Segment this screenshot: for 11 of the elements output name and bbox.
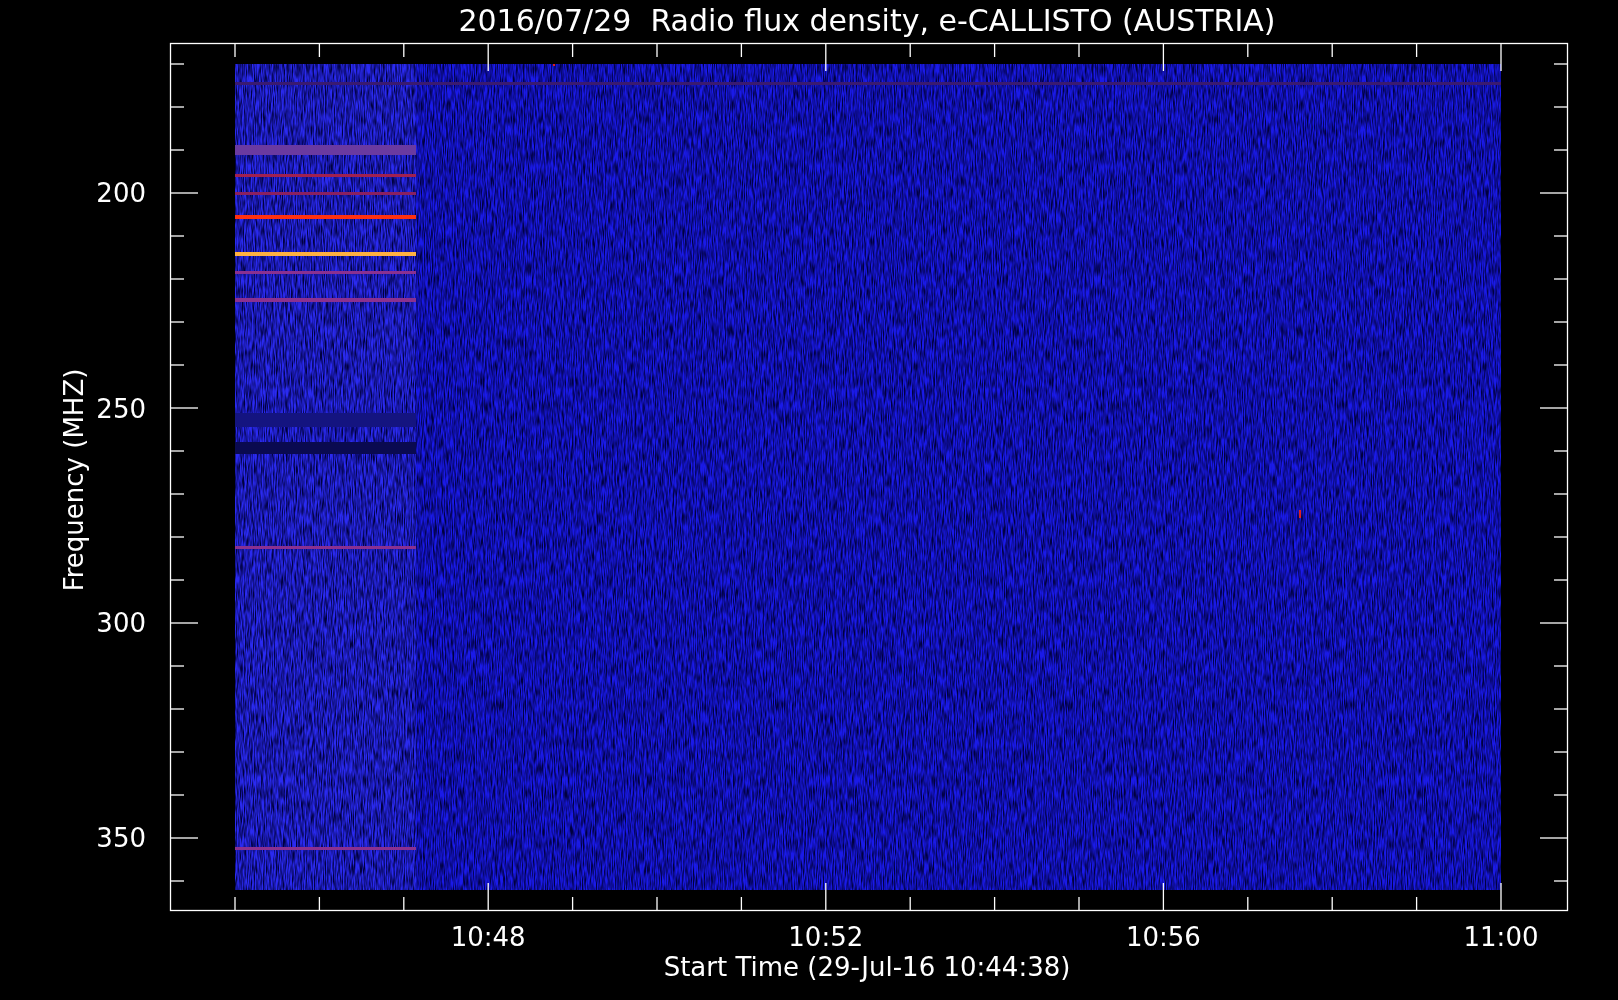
y-tick-label: 200	[96, 178, 146, 208]
y-tick-label: 250	[96, 394, 146, 424]
x-tick-label: 11:00	[1463, 922, 1539, 952]
y-tick-label: 350	[96, 823, 146, 853]
chart-title: 2016/07/29 Radio flux density, e-CALLISTO (AUSTRIA)	[458, 3, 1276, 38]
x-tick-label: 10:48	[450, 922, 526, 952]
y-tick-label: 300	[96, 608, 146, 638]
y-axis-label: Frequency (MHZ)	[59, 368, 89, 592]
x-tick-label: 10:52	[788, 922, 864, 952]
x-tick-label: 10:56	[1125, 922, 1201, 952]
x-axis-label: Start Time (29-Jul-16 10:44:38)	[663, 952, 1071, 982]
